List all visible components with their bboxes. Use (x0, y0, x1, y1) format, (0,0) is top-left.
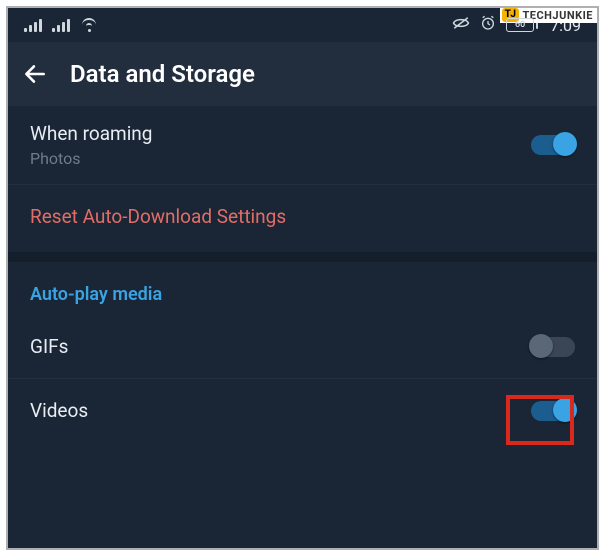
page-title: Data and Storage (70, 60, 255, 88)
signal-icon-2 (52, 18, 70, 32)
row-gifs[interactable]: GIFs (8, 315, 597, 379)
row-title: Videos (30, 399, 531, 422)
row-title: GIFs (30, 335, 531, 358)
content: When roaming Photos Reset Auto-Download … (8, 106, 597, 442)
alarm-icon (480, 15, 496, 35)
signal-icon (24, 18, 42, 32)
reset-label: Reset Auto-Download Settings (30, 205, 286, 228)
toggle-gifs[interactable] (531, 337, 575, 357)
row-videos[interactable]: Videos (8, 379, 597, 442)
row-subtitle: Photos (30, 149, 531, 168)
battery-icon: 60 (506, 18, 538, 32)
status-left (24, 18, 98, 32)
eye-off-icon (452, 16, 470, 34)
row-reset-autodownload[interactable]: Reset Auto-Download Settings (8, 185, 597, 262)
toolbar: Data and Storage (8, 42, 597, 106)
row-when-roaming[interactable]: When roaming Photos (8, 106, 597, 185)
toggle-roaming[interactable] (531, 135, 575, 155)
section-autoplay-media: Auto-play media (8, 262, 597, 315)
row-title: When roaming (30, 122, 531, 145)
toggle-videos[interactable] (531, 401, 575, 421)
back-icon[interactable] (22, 61, 48, 87)
app-window: TJ TECHJUNKIE (6, 6, 599, 550)
battery-pct: 60 (515, 20, 525, 30)
wifi-icon (80, 18, 98, 32)
